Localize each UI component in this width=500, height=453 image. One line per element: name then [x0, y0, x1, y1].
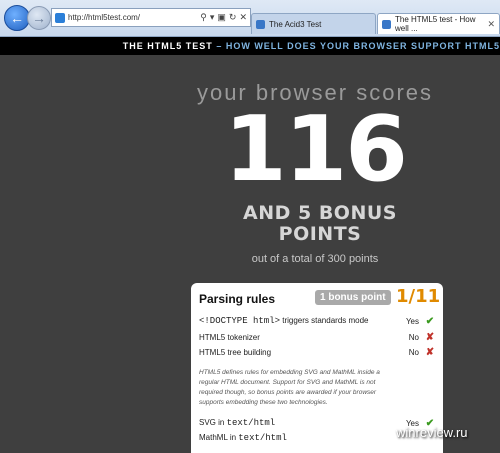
- browser-toolbar: ← → http://html5test.com/ ⚲ ▾ ▣ ↻ ✕ The …: [0, 0, 500, 37]
- panel-title: Parsing rules: [199, 292, 276, 306]
- cross-icon: ✘: [425, 331, 435, 343]
- page-favicon-icon: [55, 12, 65, 23]
- tab-html5test[interactable]: The HTML5 test - How well ... ✕: [377, 13, 500, 34]
- test-code: text/html: [226, 418, 276, 428]
- test-row-tree-building: HTML5 tree building No ✘: [199, 345, 435, 359]
- dropdown-icon[interactable]: ▾: [210, 12, 215, 23]
- tab-favicon-icon: [382, 19, 391, 29]
- test-label-text: triggers standards mode: [280, 316, 369, 325]
- stop-icon[interactable]: ✕: [239, 12, 247, 23]
- bonus-note: HTML5 defines rules for embedding SVG an…: [199, 369, 380, 406]
- test-label-text: MathML in: [199, 433, 239, 442]
- test-label: SVG in text/html: [199, 418, 391, 428]
- bonus-badge: 1 bonus point: [315, 290, 391, 305]
- arrow-right-icon: →: [32, 10, 46, 26]
- watermark: winreview.ru: [396, 425, 468, 440]
- panel-score: 1/11: [396, 286, 441, 307]
- address-bar[interactable]: http://html5test.com/ ⚲ ▾ ▣ ↻ ✕: [51, 8, 251, 27]
- compat-view-icon[interactable]: ▣: [217, 12, 226, 23]
- refresh-icon[interactable]: ↻: [229, 12, 237, 23]
- site-title[interactable]: THE HTML5 TEST: [123, 41, 213, 51]
- cross-icon: ✘: [425, 346, 435, 358]
- tab-label: The Acid3 Test: [269, 19, 322, 29]
- test-label-text: SVG in: [199, 418, 227, 427]
- site-header: THE HTML5 TEST – HOW WELL DOES YOUR BROW…: [0, 37, 500, 55]
- score-value: 116: [224, 97, 408, 202]
- checkmark-icon: ✔: [425, 315, 435, 327]
- tab-favicon-icon: [256, 19, 265, 29]
- search-icon[interactable]: ⚲: [200, 12, 207, 23]
- test-label: HTML5 tree building: [199, 347, 272, 357]
- test-result: No: [408, 347, 419, 357]
- forward-button[interactable]: →: [27, 6, 51, 30]
- test-label: HTML5 tokenizer: [199, 332, 260, 342]
- close-tab-icon[interactable]: ✕: [487, 19, 495, 30]
- score-total: out of a total of 300 points: [251, 253, 379, 265]
- arrow-left-icon: ←: [10, 10, 24, 26]
- test-code: text/html: [238, 433, 287, 443]
- site-subtitle: – HOW WELL DOES YOUR BROWSER SUPPORT HTM…: [216, 41, 500, 51]
- test-row-tokenizer: HTML5 tokenizer No ✘: [199, 330, 435, 344]
- test-label: <!DOCTYPE html> triggers standards mode: [199, 316, 391, 326]
- bonus-points: AND 5 BONUS POINTS: [243, 202, 397, 245]
- test-result: Yes: [405, 316, 419, 326]
- test-result: No: [408, 332, 419, 342]
- test-code: <!DOCTYPE html>: [199, 316, 281, 326]
- tab-acid3[interactable]: The Acid3 Test: [251, 13, 376, 34]
- address-url[interactable]: http://html5test.com/: [68, 13, 200, 22]
- test-row-doctype: <!DOCTYPE html> triggers standards mode …: [199, 314, 435, 328]
- tab-label: The HTML5 test - How well ...: [395, 15, 476, 33]
